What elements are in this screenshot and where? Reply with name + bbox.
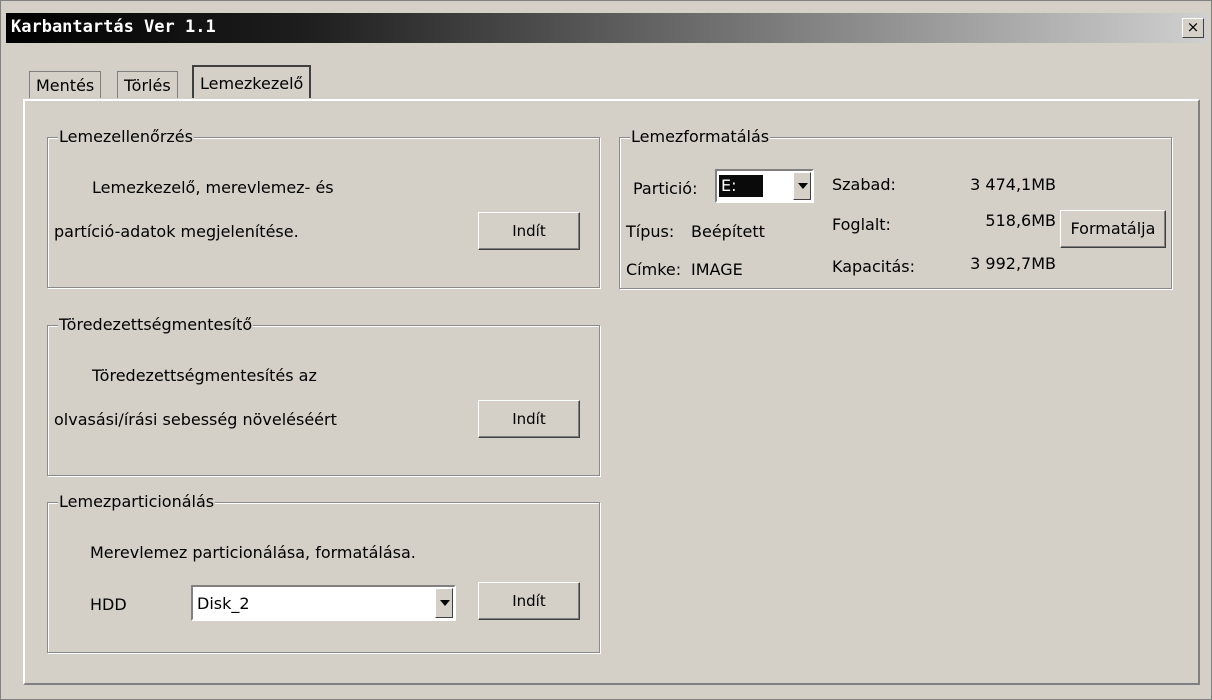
type-label: Típus: <box>626 222 675 241</box>
defrag-desc-line1: Töredezettségmentesítés az <box>92 366 317 385</box>
disk-check-desc-line2: partíció-adatok megjelenítése. <box>54 222 299 241</box>
used-value: 518,6MB <box>985 211 1056 230</box>
tab-lemezkezelo[interactable]: Lemezkezelő <box>192 65 312 98</box>
capacity-label: Kapacitás: <box>832 257 916 276</box>
defrag-group: Töredezettségmentesítő Töredezettségment… <box>47 315 600 476</box>
tab-mentes[interactable]: Mentés <box>29 71 102 98</box>
type-value: Beépített <box>691 222 765 241</box>
format-group: Lemezformatálás Partició: E: Típus: Beép… <box>619 127 1172 289</box>
format-legend: Lemezformatálás <box>630 127 771 146</box>
chevron-down-icon <box>798 183 808 189</box>
defrag-legend: Töredezettségmentesítő <box>58 315 254 334</box>
volume-label: Címke: <box>626 260 682 279</box>
disk-check-group: Lemezellenőrzés Lemezkezelő, merevlemez-… <box>47 127 600 288</box>
window-title: Karbantartás Ver 1.1 <box>11 17 216 37</box>
defrag-desc-line2: olvasási/írási sebesség növeléséért <box>54 410 337 429</box>
title-bar[interactable]: Karbantartás Ver 1.1 × <box>6 13 1208 43</box>
used-label: Foglalt: <box>832 215 891 234</box>
free-label: Szabad: <box>832 175 896 194</box>
defrag-start-button[interactable]: Indít <box>478 400 580 438</box>
close-icon: × <box>1186 18 1200 36</box>
format-button[interactable]: Formatálja <box>1060 210 1166 248</box>
close-button[interactable]: × <box>1182 18 1204 38</box>
disk-check-start-button[interactable]: Indít <box>478 212 580 250</box>
free-value: 3 474,1MB <box>970 175 1056 194</box>
volume-value: IMAGE <box>691 260 743 279</box>
partition-select-dropdown-button[interactable] <box>793 172 811 200</box>
partitioning-group: Lemezparticionálás Merevlemez particioná… <box>47 492 600 653</box>
partition-select-value: E: <box>719 175 763 197</box>
hdd-label: HDD <box>90 595 127 614</box>
partitioning-desc: Merevlemez particionálása, formatálása. <box>90 543 416 562</box>
hdd-select-value: Disk_2 <box>197 594 250 613</box>
partition-select[interactable]: E: <box>715 169 814 203</box>
partitioning-legend: Lemezparticionálás <box>58 492 216 511</box>
tab-torles[interactable]: Törlés <box>117 71 178 98</box>
partition-label: Partició: <box>633 179 698 198</box>
chevron-down-icon <box>440 600 450 606</box>
hdd-select-dropdown-button[interactable] <box>435 588 453 618</box>
partitioning-start-button[interactable]: Indít <box>478 582 580 620</box>
disk-check-desc-line1: Lemezkezelő, merevlemez- és <box>92 178 334 197</box>
capacity-value: 3 992,7MB <box>970 254 1056 273</box>
disk-check-legend: Lemezellenőrzés <box>58 127 194 146</box>
main-window: Karbantartás Ver 1.1 × Mentés Törlés Lem… <box>0 0 1212 700</box>
hdd-select[interactable]: Disk_2 <box>191 585 456 621</box>
